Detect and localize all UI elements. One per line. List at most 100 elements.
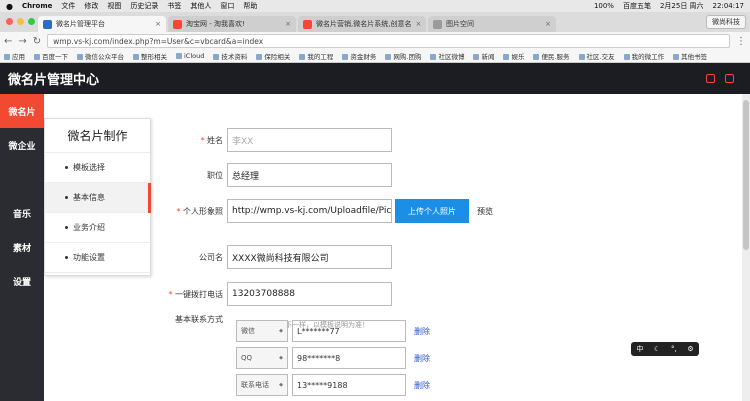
bookmark-item[interactable]: 娱乐 bbox=[503, 51, 524, 61]
menu-window[interactable]: 窗口 bbox=[220, 1, 234, 11]
phone-field[interactable]: 13203708888 bbox=[227, 282, 392, 306]
nav-music[interactable]: 音乐 bbox=[0, 196, 44, 230]
close-tab-icon[interactable]: × bbox=[415, 20, 421, 28]
submenu-panel: 微名片制作 模板选择 基本信息 业务介绍 功能设置 bbox=[44, 118, 151, 276]
submenu-title: 微名片制作 bbox=[45, 119, 150, 153]
row-phone: * 一键拨打电话 13203708888 bbox=[155, 282, 392, 306]
name-field[interactable]: 李XX bbox=[227, 128, 392, 152]
contact-type-select[interactable]: 联系电话 ◆ bbox=[236, 374, 288, 396]
nav-business-card[interactable]: 微名片 bbox=[0, 94, 44, 128]
scrollbar-thumb[interactable] bbox=[743, 100, 749, 250]
clock[interactable]: 22:04:17 bbox=[713, 2, 744, 10]
close-tab-icon[interactable]: × bbox=[545, 20, 551, 28]
close-tab-icon[interactable]: × bbox=[155, 20, 161, 28]
date[interactable]: 2月25日 周六 bbox=[660, 1, 704, 11]
submenu-basic-info[interactable]: 基本信息 bbox=[45, 183, 151, 213]
nav-enterprise[interactable]: 微企业 bbox=[0, 128, 44, 162]
menu-icon[interactable]: ⋮ bbox=[736, 36, 746, 47]
bookmark-item[interactable]: iCloud bbox=[176, 52, 204, 60]
nav-materials[interactable]: 素材 bbox=[0, 230, 44, 264]
bookmark-item[interactable]: 社区微博 bbox=[430, 51, 464, 61]
label-phone: 一键拨打电话 bbox=[175, 289, 223, 299]
photo-url-field[interactable]: http://wmp.vs-kj.com/Uploadfile/Pictu bbox=[227, 199, 392, 223]
app-header: 微名片管理中心 bbox=[0, 63, 750, 94]
contact-value-field[interactable]: L*******77 bbox=[292, 320, 406, 342]
menu-view[interactable]: 视图 bbox=[107, 1, 121, 11]
row-company: 公司名 XXXX微尚科技有限公司 bbox=[155, 245, 392, 269]
tab-image-space[interactable]: 图片空间 × bbox=[428, 16, 556, 32]
apple-icon[interactable]: ● bbox=[6, 2, 13, 11]
nav-blank bbox=[0, 162, 44, 196]
menu-app[interactable]: Chrome bbox=[22, 2, 52, 10]
submenu-features[interactable]: 功能设置 bbox=[45, 243, 150, 273]
reload-icon[interactable]: ↻ bbox=[33, 36, 41, 47]
bookmark-item[interactable]: 技术资料 bbox=[213, 51, 247, 61]
company-field[interactable]: XXXX微尚科技有限公司 bbox=[227, 245, 392, 269]
bookmark-item[interactable]: 保险相关 bbox=[256, 51, 290, 61]
minimize-window-icon[interactable] bbox=[17, 18, 24, 25]
close-window-icon[interactable] bbox=[6, 18, 13, 25]
address-bar: ← → ↻ wmp.vs-kj.com/index.php?m=User&c=v… bbox=[0, 32, 750, 50]
menu-edit[interactable]: 修改 bbox=[84, 1, 98, 11]
ime-moon-icon[interactable]: ☾ bbox=[654, 345, 660, 353]
tab-title: 微名片营销,微名片系统,创意名 bbox=[316, 20, 412, 28]
submenu-template[interactable]: 模板选择 bbox=[45, 153, 150, 183]
bookmark-item[interactable]: 网购.团购 bbox=[385, 51, 421, 61]
bookmark-item[interactable]: 整形相关 bbox=[133, 51, 167, 61]
upload-photo-button[interactable]: 上传个人照片 bbox=[395, 199, 469, 223]
contact-type-select[interactable]: QQ ◆ bbox=[236, 347, 288, 369]
ime-lang-icon[interactable]: 中 bbox=[636, 344, 643, 354]
forward-icon[interactable]: → bbox=[18, 36, 26, 47]
profile-button[interactable]: 微尚科技 bbox=[706, 15, 746, 29]
label-contacts: 基本联系方式 bbox=[175, 315, 223, 324]
logout-icon[interactable] bbox=[725, 74, 734, 83]
input-method[interactable]: 百度五笔 bbox=[623, 1, 651, 11]
tab-wmp-admin[interactable]: 微名片管理平台 × bbox=[38, 16, 166, 32]
contact-row: 微信 ◆ L*******77 删除 bbox=[236, 320, 430, 342]
delete-contact-link[interactable]: 删除 bbox=[414, 353, 430, 364]
delete-contact-link[interactable]: 删除 bbox=[414, 380, 430, 391]
menu-file[interactable]: 文件 bbox=[61, 1, 75, 11]
bookmark-item[interactable]: 我的工程 bbox=[299, 51, 333, 61]
tab-taobao[interactable]: 淘宝网 - 淘我喜欢! × bbox=[168, 16, 296, 32]
edit-icon[interactable] bbox=[706, 74, 715, 83]
bookmark-item[interactable]: 资金财务 bbox=[342, 51, 376, 61]
menu-bookmarks[interactable]: 书签 bbox=[167, 1, 181, 11]
delete-contact-link[interactable]: 删除 bbox=[414, 326, 430, 337]
menu-history[interactable]: 历史记录 bbox=[130, 1, 158, 11]
bookmark-item[interactable]: 应用 bbox=[4, 51, 25, 61]
nav-settings[interactable]: 设置 bbox=[0, 264, 44, 298]
row-position: 职位 总经理 bbox=[155, 163, 392, 187]
contact-value-field[interactable]: 13*****9188 bbox=[292, 374, 406, 396]
ime-toolbar: 中 ☾ °, ⚙ bbox=[631, 342, 699, 356]
app-title: 微名片管理中心 bbox=[8, 73, 100, 88]
url-input[interactable]: wmp.vs-kj.com/index.php?m=User&c=vbcard&… bbox=[47, 34, 730, 48]
bookmark-item[interactable]: 便民.服务 bbox=[533, 51, 569, 61]
close-tab-icon[interactable]: × bbox=[285, 20, 291, 28]
bookmark-other[interactable]: 其他书签 bbox=[673, 51, 707, 61]
ime-gear-icon[interactable]: ⚙ bbox=[687, 345, 693, 353]
preview-link[interactable]: 预览 bbox=[477, 206, 493, 217]
ime-punct-icon[interactable]: °, bbox=[671, 345, 677, 353]
bookmark-item[interactable]: 微信公众平台 bbox=[77, 51, 124, 61]
contact-row: 联系电话 ◆ 13*****9188 删除 bbox=[236, 374, 430, 396]
page-scrollbar[interactable] bbox=[742, 94, 750, 401]
back-icon[interactable]: ← bbox=[4, 36, 12, 47]
contact-value-field[interactable]: 98*******8 bbox=[292, 347, 406, 369]
menu-people[interactable]: 其他人 bbox=[190, 1, 211, 11]
bookmark-item[interactable]: 百度一下 bbox=[34, 51, 68, 61]
contact-type-select[interactable]: 微信 ◆ bbox=[236, 320, 288, 342]
mac-menubar: ● Chrome 文件 修改 视图 历史记录 书签 其他人 窗口 帮助 100%… bbox=[0, 0, 750, 12]
bookmark-item[interactable]: 新闻 bbox=[473, 51, 494, 61]
menu-help[interactable]: 帮助 bbox=[243, 1, 257, 11]
zoom-window-icon[interactable] bbox=[28, 18, 35, 25]
submenu-business[interactable]: 业务介绍 bbox=[45, 213, 150, 243]
tab-favicon-icon bbox=[173, 19, 182, 29]
bookmark-item[interactable]: 我的微工作 bbox=[624, 51, 665, 61]
bookmark-item[interactable]: 社区.交友 bbox=[579, 51, 615, 61]
browser-tab-bar: 微名片管理平台 × 淘宝网 - 淘我喜欢! × 微名片营销,微名片系统,创意名 … bbox=[0, 12, 750, 32]
position-field[interactable]: 总经理 bbox=[227, 163, 392, 187]
battery-status[interactable]: 100% bbox=[594, 2, 614, 10]
tab-wmp-marketing[interactable]: 微名片营销,微名片系统,创意名 × bbox=[298, 16, 426, 32]
select-caret-icon: ◆ bbox=[279, 328, 283, 334]
